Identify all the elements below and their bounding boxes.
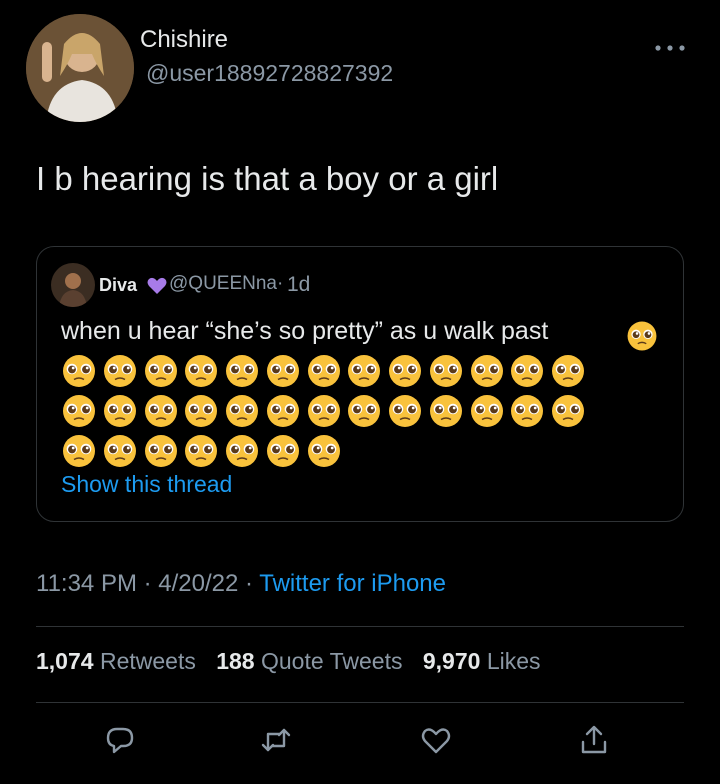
quoted-text: when u hear “she’s so pretty” as u walk … xyxy=(61,317,548,346)
pleading-face-emoji xyxy=(222,431,262,471)
quoted-time: 1d xyxy=(287,273,311,296)
retweet-icon[interactable] xyxy=(260,724,292,756)
pleading-face-emoji xyxy=(141,431,181,471)
tweet-stats: 1,074 Retweets 188 Quote Tweets 9,970 Li… xyxy=(36,648,555,675)
pleading-face-emoji xyxy=(385,391,425,431)
author-handle[interactable]: @user18892728827392 xyxy=(146,60,393,87)
divider xyxy=(36,702,684,703)
pleading-face-emoji xyxy=(304,431,344,471)
pleading-face-emoji xyxy=(467,351,507,391)
pleading-face-emoji xyxy=(181,391,221,431)
tweet-timestamp[interactable]: 11:34 PM · 4/20/22 · xyxy=(36,570,259,597)
pleading-face-emoji xyxy=(507,351,547,391)
pleading-face-emoji xyxy=(304,351,344,391)
quoted-name: Diva xyxy=(99,275,138,295)
more-icon[interactable] xyxy=(650,38,690,58)
pleading-face-emoji xyxy=(222,391,262,431)
pleading-face-emoji xyxy=(100,351,140,391)
pleading-face-emoji xyxy=(467,391,507,431)
author-display-name[interactable]: Chishire xyxy=(140,26,228,54)
pleading-face-emoji xyxy=(263,391,303,431)
tweet-text: I b hearing is that a boy or a girl xyxy=(36,160,499,197)
author-avatar[interactable] xyxy=(26,14,134,122)
pleading-face-emoji xyxy=(426,391,466,431)
pleading-face-emoji xyxy=(426,351,466,391)
share-icon[interactable] xyxy=(578,724,610,756)
quoted-tweet[interactable]: Diva @QUEENna· 1d when u hear “she’s so … xyxy=(36,246,684,522)
quoted-handle: @QUEENna· xyxy=(169,273,284,294)
pleading-face-emoji xyxy=(100,391,140,431)
tweet: Chishire @user18892728827392 I b hearing… xyxy=(0,0,720,784)
pleading-face-emoji xyxy=(507,391,547,431)
like-icon[interactable] xyxy=(420,724,452,756)
pleading-face-emoji xyxy=(59,391,99,431)
pleading-face-emoji xyxy=(548,391,588,431)
divider xyxy=(36,626,684,627)
pleading-face-emoji xyxy=(548,351,588,391)
retweets-stat[interactable]: 1,074 Retweets xyxy=(36,648,196,674)
pleading-face-emoji xyxy=(141,391,181,431)
likes-stat[interactable]: 9,970 Likes xyxy=(423,648,541,674)
quote-tweets-stat[interactable]: 188 Quote Tweets xyxy=(216,648,402,674)
emoji-row xyxy=(59,431,659,471)
quoted-avatar xyxy=(51,263,95,307)
pleading-face-emoji xyxy=(263,351,303,391)
pleading-face-emoji xyxy=(304,391,344,431)
pleading-face-emoji xyxy=(59,431,99,471)
quoted-text-content: when u hear “she’s so pretty” as u walk … xyxy=(61,317,549,345)
emoji-row xyxy=(59,391,659,431)
pleading-face-emoji xyxy=(385,351,425,391)
reply-icon[interactable] xyxy=(104,724,136,756)
pleading-face-emoji xyxy=(181,431,221,471)
emoji-grid xyxy=(59,351,659,471)
show-thread-link[interactable]: Show this thread xyxy=(61,471,232,498)
tweet-source[interactable]: Twitter for iPhone xyxy=(259,570,446,597)
pleading-face-emoji xyxy=(59,351,99,391)
pleading-face-emoji xyxy=(344,391,384,431)
pleading-face-emoji xyxy=(141,351,181,391)
pleading-face-emoji xyxy=(181,351,221,391)
pleading-face-emoji xyxy=(263,431,303,471)
pleading-face-emoji xyxy=(100,431,140,471)
emoji-row xyxy=(59,351,659,391)
tweet-meta: 11:34 PM · 4/20/22 · Twitter for iPhone xyxy=(36,570,446,598)
pleading-face-emoji xyxy=(222,351,262,391)
pleading-face-emoji xyxy=(344,351,384,391)
purple-heart-icon xyxy=(147,277,167,300)
